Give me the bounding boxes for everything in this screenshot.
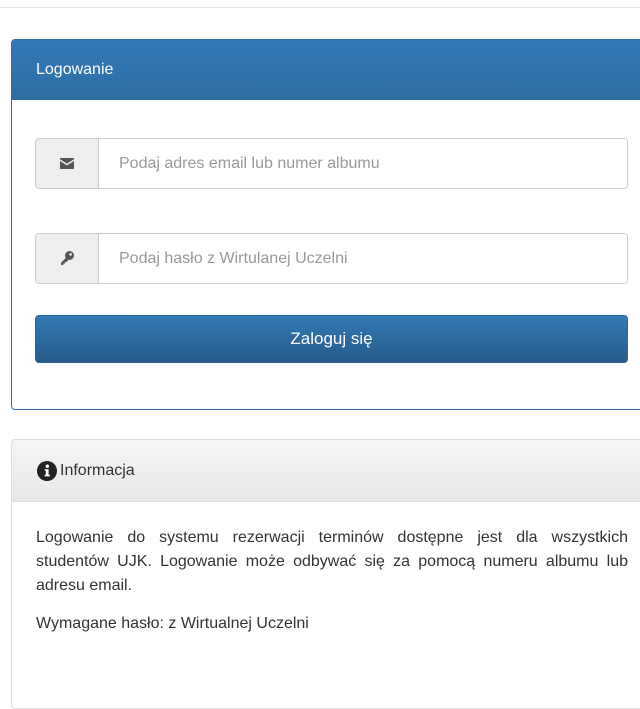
info-panel-title: Informacja <box>60 461 135 479</box>
login-panel: Logowanie Zaloguj się <box>11 39 640 410</box>
password-field[interactable] <box>99 234 627 283</box>
email-input-group <box>35 138 628 189</box>
envelope-icon <box>36 139 99 188</box>
key-icon <box>36 234 99 283</box>
email-field[interactable] <box>99 139 627 188</box>
info-description: Logowanie do systemu rezerwacji terminów… <box>36 529 628 594</box>
login-panel-body: Zaloguj się <box>12 100 640 409</box>
password-input-group <box>35 233 628 284</box>
login-panel-title: Logowanie <box>12 40 640 100</box>
info-panel-body: Logowanie do systemu rezerwacji terminów… <box>12 502 628 636</box>
info-panel: Informacja Logowanie do systemu rezerwac… <box>11 439 640 709</box>
info-circle-icon <box>37 460 57 481</box>
info-panel-heading: Informacja <box>12 440 640 502</box>
login-button[interactable]: Zaloguj się <box>35 315 628 363</box>
top-divider <box>0 7 640 8</box>
password-requirement: Wymagane hasło: z Wirtualnej Uczelni <box>36 615 309 632</box>
